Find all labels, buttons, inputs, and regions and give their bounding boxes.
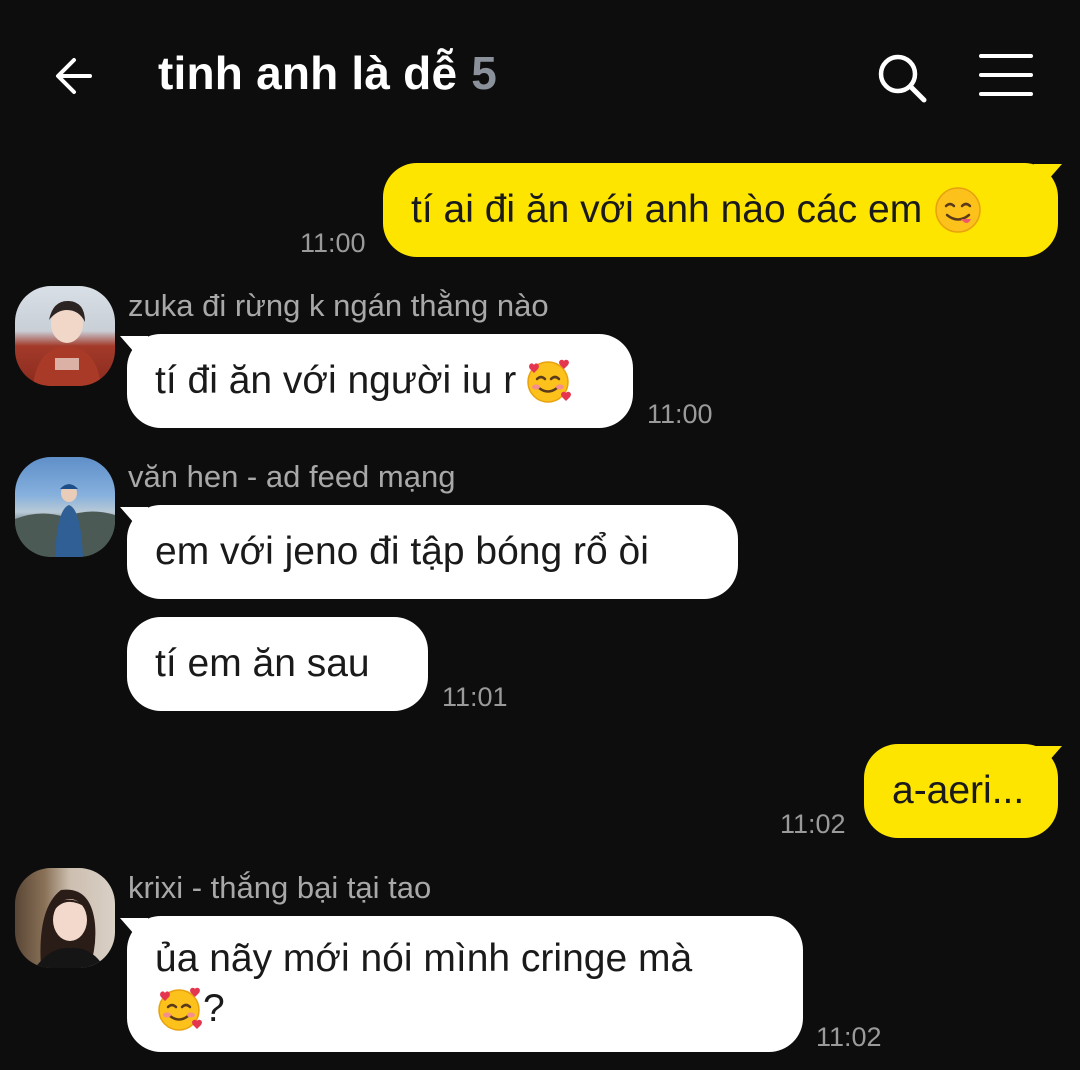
smiling-face-with-hearts-emoji bbox=[527, 359, 572, 403]
face-savoring-food-emoji bbox=[935, 187, 981, 233]
avatar-image bbox=[15, 484, 115, 557]
sender-name: văn hen - ad feed mạng bbox=[128, 459, 456, 494]
message-bubble[interactable]: tí ai đi ăn với anh nào các em bbox=[383, 163, 1058, 257]
message-text: ? bbox=[203, 987, 225, 1030]
message-bubble[interactable]: tí em ăn sau bbox=[127, 617, 428, 711]
smiling-face-with-hearts-emoji bbox=[158, 987, 202, 1031]
message-time: 11:01 bbox=[442, 682, 508, 712]
message-text: tí em ăn sau bbox=[155, 642, 370, 685]
message-text: ủa nãy mới nói mình cringe mà bbox=[155, 937, 693, 980]
menu-button[interactable] bbox=[976, 50, 1036, 100]
search-button[interactable] bbox=[872, 48, 932, 108]
message-text: em với jeno đi tập bóng rổ òi bbox=[155, 530, 649, 573]
avatar[interactable] bbox=[15, 868, 115, 968]
message-bubble[interactable]: tí đi ăn với người iu r bbox=[127, 334, 633, 428]
avatar[interactable] bbox=[15, 457, 115, 557]
message-text-line: ? bbox=[155, 984, 225, 1034]
hamburger-menu-icon bbox=[979, 54, 1033, 96]
message-time: 11:00 bbox=[647, 399, 713, 429]
message-bubble[interactable]: a-aeri... bbox=[864, 744, 1058, 838]
sender-name: krixi - thắng bại tại tao bbox=[128, 870, 432, 905]
back-button[interactable] bbox=[48, 48, 104, 104]
message-time: 11:02 bbox=[780, 809, 846, 839]
search-icon bbox=[878, 54, 927, 103]
chat-title: tinh anh là dễ 5 bbox=[158, 46, 497, 100]
message-bubble[interactable]: em với jeno đi tập bóng rổ òi bbox=[127, 505, 738, 599]
message-text-line: ủa nãy mới nói mình cringe mà bbox=[155, 934, 692, 984]
member-count: 5 bbox=[471, 47, 498, 99]
message-text: tí đi ăn với người iu r bbox=[155, 359, 517, 402]
avatar-image bbox=[35, 889, 105, 968]
message-bubble[interactable]: ủa nãy mới nói mình cringe mà ? bbox=[127, 916, 803, 1052]
message-text: a-aeri... bbox=[892, 769, 1025, 812]
chat-header: tinh anh là dễ 5 bbox=[0, 0, 1080, 150]
message-text: tí ai đi ăn với anh nào các em bbox=[411, 188, 923, 231]
avatar[interactable] bbox=[15, 286, 115, 386]
arrow-left-icon bbox=[56, 58, 92, 94]
message-time: 11:02 bbox=[816, 1022, 882, 1052]
message-time: 11:00 bbox=[300, 228, 366, 258]
avatar-image bbox=[33, 300, 101, 386]
chat-room-name: tinh anh là dễ bbox=[158, 47, 458, 99]
sender-name: zuka đi rừng k ngán thằng nào bbox=[128, 288, 549, 323]
